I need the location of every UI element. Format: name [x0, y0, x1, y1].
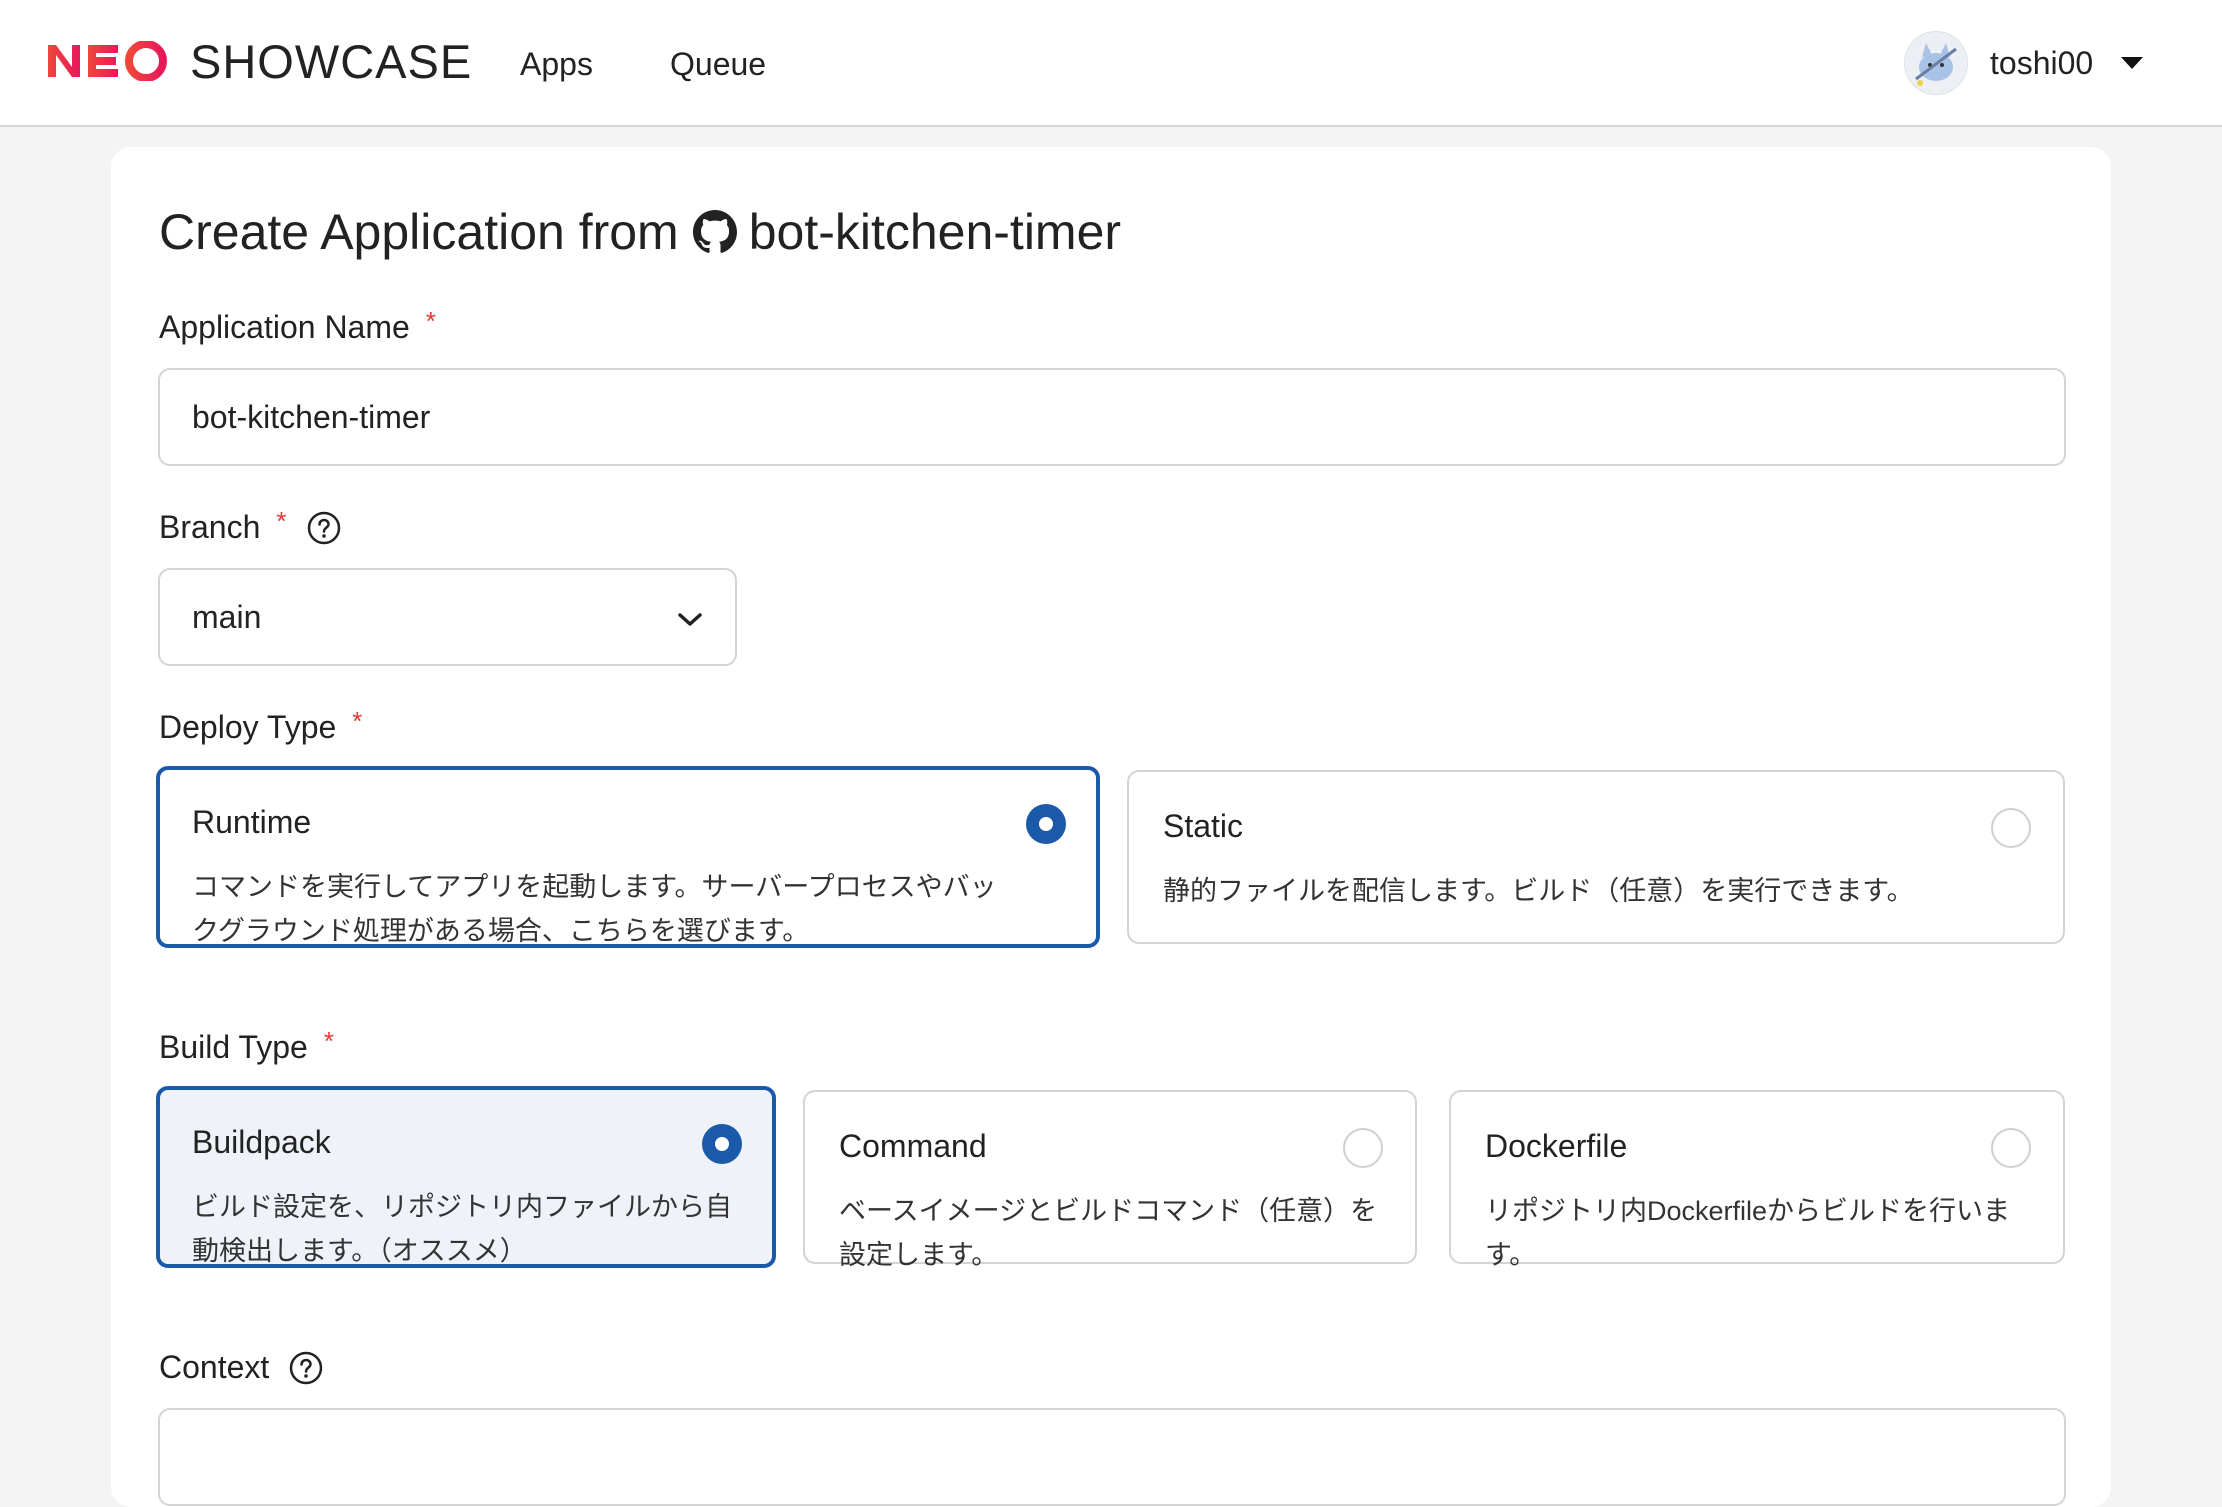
required-mark: *: [276, 506, 287, 536]
required-mark: *: [323, 1026, 334, 1056]
option-description: コマンドを実行してアプリを起動します。サーバープロセスやバックグラウンド処理があ…: [192, 872, 997, 946]
deploy-type-label-text: Deploy Type: [159, 709, 337, 745]
nav-apps[interactable]: Apps: [520, 46, 593, 83]
build-type-dockerfile[interactable]: Dockerfile リポジトリ内Dockerfileからビルドを行います。: [1449, 1090, 2065, 1270]
github-icon: [692, 210, 737, 254]
radio-unselected[interactable]: [1991, 1128, 2031, 1168]
option-description: ベースイメージとビルドコマンド（任意）を設定します。: [839, 1196, 1378, 1270]
deploy-type-label: Deploy Type *: [159, 706, 363, 746]
user-menu[interactable]: toshi00: [1904, 30, 2144, 96]
option-title: Dockerfile: [1485, 1128, 1628, 1164]
radio-selected[interactable]: [1026, 804, 1066, 844]
option-description: 静的ファイルを配信します。ビルド（任意）を実行できます。: [1163, 876, 1914, 906]
option-title: Buildpack: [192, 1124, 331, 1160]
branch-select[interactable]: main: [158, 568, 737, 666]
username: toshi00: [1990, 44, 2094, 81]
create-app-card: Create Application from bot-kitchen-time…: [111, 147, 2111, 1507]
app-name-label: Application Name *: [159, 306, 436, 346]
required-mark: *: [352, 706, 363, 736]
page-title-prefix: Create Application from: [159, 204, 679, 260]
neo-logo-mark: [48, 41, 167, 81]
build-type-label: Build Type *: [159, 1026, 334, 1066]
deploy-type-static[interactable]: Static 静的ファイルを配信します。ビルド（任意）を実行できます。: [1127, 770, 2065, 944]
caret-down-icon[interactable]: [2121, 57, 2144, 69]
branch-value: main: [192, 598, 262, 635]
option-title: Static: [1163, 808, 1244, 844]
build-type-buildpack[interactable]: Buildpack ビルド設定を、リポジトリ内ファイルから自動検出します。（オス…: [156, 1086, 776, 1268]
deploy-type-runtime[interactable]: Runtime コマンドを実行してアプリを起動します。サーバープロセスやバックグ…: [156, 766, 1100, 948]
context-label-text: Context: [159, 1349, 270, 1385]
radio-unselected[interactable]: [1991, 808, 2031, 848]
showcase-logo-text: SHOWCASE: [190, 35, 473, 88]
radio-unselected[interactable]: [1343, 1128, 1383, 1168]
option-description: リポジトリ内Dockerfileからビルドを行います。: [1485, 1196, 2011, 1270]
avatar: [1904, 31, 1968, 95]
chevron-down-icon: [677, 599, 703, 636]
branch-label: Branch *: [159, 506, 341, 546]
help-icon[interactable]: [289, 1351, 323, 1385]
neo-logo[interactable]: [46, 38, 170, 84]
avatar-image: [1915, 43, 1957, 86]
build-type-command[interactable]: Command ベースイメージとビルドコマンド（任意）を設定します。: [803, 1090, 1417, 1270]
nav-queue[interactable]: Queue: [670, 46, 766, 83]
app-name-label-text: Application Name: [159, 309, 410, 345]
build-type-label-text: Build Type: [159, 1029, 308, 1065]
top-navbar: SHOWCASE Apps Queue toshi00: [0, 0, 2222, 127]
repo-name: bot-kitchen-timer: [748, 204, 1122, 260]
option-title: Runtime: [192, 804, 312, 840]
context-input[interactable]: [158, 1408, 2066, 1506]
branch-label-text: Branch: [159, 509, 261, 545]
page-title: Create Application from bot-kitchen-time…: [159, 203, 1121, 261]
app-name-value: bot-kitchen-timer: [192, 398, 431, 435]
context-label: Context: [159, 1349, 323, 1386]
option-title: Command: [839, 1128, 987, 1164]
option-description: ビルド設定を、リポジトリ内ファイルから自動検出します。（オススメ）: [192, 1192, 732, 1266]
help-icon[interactable]: [307, 511, 341, 545]
app-name-input[interactable]: bot-kitchen-timer: [158, 368, 2066, 466]
radio-selected[interactable]: [702, 1124, 742, 1164]
required-mark: *: [425, 306, 436, 336]
